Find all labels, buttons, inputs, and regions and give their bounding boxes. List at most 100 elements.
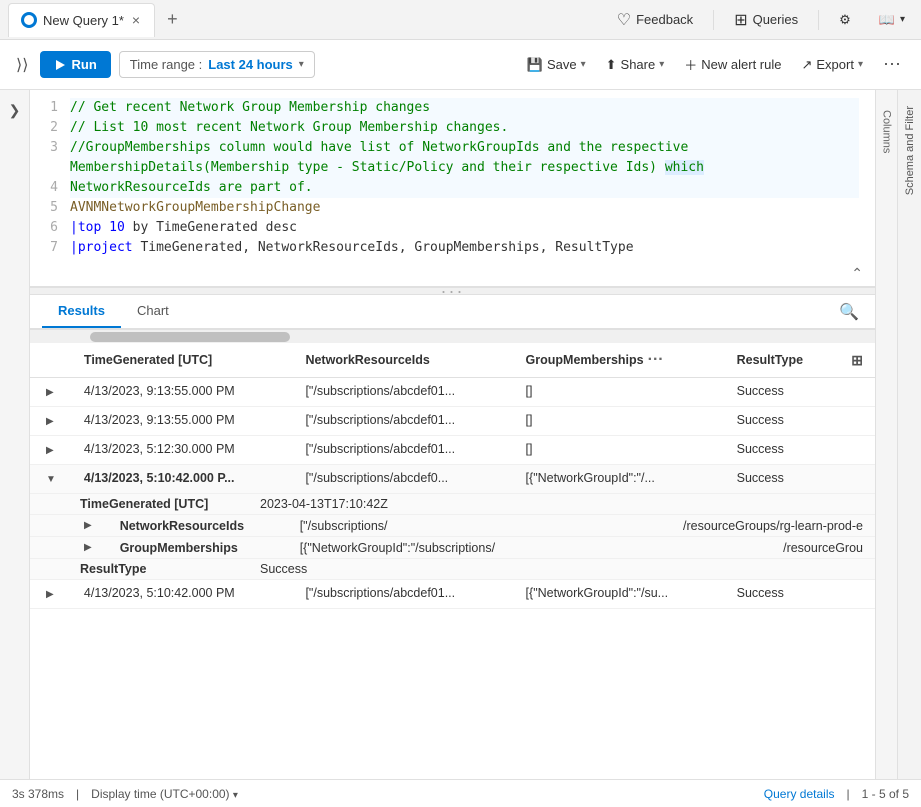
active-tab[interactable]: New Query 1* × — [8, 3, 155, 37]
th-time[interactable]: TimeGenerated [UTC] — [72, 343, 294, 378]
detail-expand-group[interactable]: ▶ — [80, 540, 96, 555]
cell-empty — [839, 378, 875, 407]
detail-label-network: NetworkResourceIds — [120, 519, 280, 533]
columns-manage-icon[interactable]: ⊞ — [851, 352, 863, 368]
row-collapse-button[interactable]: ▼ — [42, 472, 60, 487]
query-details-button[interactable]: Query details — [764, 787, 835, 801]
th-network[interactable]: NetworkResourceIds — [293, 343, 513, 378]
table-body: ▶ 4/13/2023, 9:13:55.000 PM ["/subscript… — [30, 378, 875, 609]
status-bar: 3s 378ms | Display time (UTC+00:00) ▾ Qu… — [0, 779, 921, 807]
queries-button[interactable]: ⊞ Queries — [726, 6, 806, 34]
editor-collapse-arrow[interactable]: ⌃ — [851, 265, 863, 282]
code-editor[interactable]: 1 2 3 4 5 6 7 // Get recent Network Grou… — [30, 90, 875, 287]
tab-title: New Query 1* — [43, 13, 124, 28]
left-collapse-panel[interactable]: ❯ — [0, 90, 30, 779]
results-table: TimeGenerated [UTC] NetworkResourceIds G… — [30, 343, 875, 609]
new-tab-button[interactable]: + — [159, 5, 186, 34]
new-alert-button[interactable]: ＋ New alert rule — [676, 50, 789, 79]
export-label: Export — [816, 57, 854, 72]
save-label: Save — [547, 57, 577, 72]
table-header: TimeGenerated [UTC] NetworkResourceIds G… — [30, 343, 875, 378]
chevron-share-icon: ▾ — [659, 59, 664, 70]
chevron-save-icon: ▾ — [581, 59, 586, 70]
more-options-button[interactable]: ⋯ — [875, 50, 909, 79]
status-bar-right: Query details | 1 - 5 of 5 — [764, 787, 909, 801]
toolbar-right-actions: 💾 Save ▾ ⬆ Share ▾ ＋ New alert rule ↗ Ex… — [519, 50, 909, 79]
columns-sidebar[interactable]: Columns — [875, 90, 897, 779]
table-row: ▶ 4/13/2023, 5:10:42.000 PM ["/subscript… — [30, 580, 875, 609]
code-lines: // Get recent Network Group Membership c… — [70, 98, 875, 278]
cell-group: [] — [514, 436, 725, 465]
detail-row-result: ResultType Success — [30, 559, 875, 580]
cell-time: 4/13/2023, 5:10:42.000 PM — [72, 580, 294, 609]
book-button[interactable]: 📖 ▾ — [871, 8, 913, 32]
new-alert-label: New alert rule — [701, 57, 781, 72]
queries-label: Queries — [753, 12, 799, 27]
th-expand — [30, 343, 72, 378]
settings-button[interactable]: ⚙ — [831, 8, 859, 32]
results-search-button[interactable]: 🔍 — [835, 298, 863, 326]
results-tabs: Results Chart 🔍 — [30, 295, 875, 329]
detail-value-result: Success — [260, 562, 307, 576]
share-button[interactable]: ⬆ Share ▾ — [598, 52, 673, 78]
cell-network: ["/subscriptions/abcdef01... — [293, 378, 513, 407]
code-line-4: AVNMNetworkGroupMembershipChange — [70, 198, 859, 218]
share-label: Share — [621, 57, 656, 72]
expand-cell: ▶ — [30, 378, 72, 407]
tab-bar-actions: ♡ Feedback ⊞ Queries ⚙ 📖 ▾ — [609, 6, 913, 34]
run-button[interactable]: Run — [40, 51, 110, 78]
cell-network: ["/subscriptions/abcdef01... — [293, 580, 513, 609]
detail-value-group: [{"NetworkGroupId":"/subscriptions/ — [300, 541, 495, 555]
plus-alert-icon: ＋ — [684, 55, 697, 74]
cell-empty — [839, 580, 875, 609]
column-options-icon[interactable]: ··· — [648, 351, 664, 369]
code-line-7 — [70, 258, 859, 278]
scrollbar-thumb[interactable] — [90, 332, 290, 342]
collapse-left-icon: ❯ — [9, 102, 21, 119]
chevron-time-status-icon: ▾ — [233, 790, 238, 801]
export-button[interactable]: ↗ Export ▾ — [793, 52, 871, 78]
th-network-label: NetworkResourceIds — [305, 353, 429, 367]
results-table-area: TimeGenerated [UTC] NetworkResourceIds G… — [30, 343, 875, 779]
code-line-1: // Get recent Network Group Membership c… — [70, 98, 859, 118]
table-row: ▶ 4/13/2023, 9:13:55.000 PM ["/subscript… — [30, 378, 875, 407]
feedback-button[interactable]: ♡ Feedback — [609, 6, 701, 34]
status-duration: 3s 378ms — [12, 787, 64, 801]
detail-label-result: ResultType — [80, 562, 240, 576]
detail-label-time: TimeGenerated [UTC] — [80, 497, 240, 511]
separator-2 — [818, 10, 819, 30]
th-result[interactable]: ResultType — [725, 343, 840, 378]
chevron-export-icon: ▾ — [858, 59, 863, 70]
detail-row-network: ▶ NetworkResourceIds ["/subscriptions/ /… — [30, 515, 875, 537]
cell-group: [] — [514, 407, 725, 436]
resize-handle[interactable]: ··· — [30, 287, 875, 295]
th-columns[interactable]: ⊞ — [839, 343, 875, 378]
tab-results[interactable]: Results — [42, 295, 121, 328]
cell-time: 4/13/2023, 5:12:30.000 PM — [72, 436, 294, 465]
save-icon: 💾 — [527, 57, 543, 73]
schema-filter-panel[interactable]: Schema and Filter — [897, 90, 921, 779]
detail-value-group-extra: /resourceGrou — [783, 541, 863, 555]
cell-empty — [839, 436, 875, 465]
save-button[interactable]: 💾 Save ▾ — [519, 52, 594, 78]
expand-cell: ▶ — [30, 407, 72, 436]
detail-value-network: ["/subscriptions/ — [300, 519, 388, 533]
time-range-button[interactable]: Time range : Last 24 hours ▾ — [119, 51, 315, 78]
tab-close-button[interactable]: × — [130, 12, 142, 28]
cell-result: Success — [725, 465, 840, 494]
horizontal-scrollbar[interactable] — [30, 329, 875, 343]
detail-expand-network[interactable]: ▶ — [80, 518, 96, 533]
row-expand-button[interactable]: ▶ — [42, 385, 58, 400]
row-expand-button[interactable]: ▶ — [42, 443, 58, 458]
row-expand-button[interactable]: ▶ — [42, 414, 58, 429]
tab-chart[interactable]: Chart — [121, 295, 185, 328]
th-group[interactable]: GroupMemberships ··· — [514, 343, 725, 378]
line-numbers: 1 2 3 4 5 6 7 — [30, 98, 70, 278]
cell-group: [{"NetworkGroupId":"/su... — [514, 580, 725, 609]
cell-result: Success — [725, 580, 840, 609]
sidebar-collapse-button[interactable]: ⟩⟩ — [12, 51, 32, 79]
cell-empty — [839, 465, 875, 494]
expand-cell: ▼ — [30, 465, 72, 494]
row-expand-button[interactable]: ▶ — [42, 587, 58, 602]
main-area: ❯ 1 2 3 4 5 6 7 // Get recent Network Gr… — [0, 90, 921, 779]
